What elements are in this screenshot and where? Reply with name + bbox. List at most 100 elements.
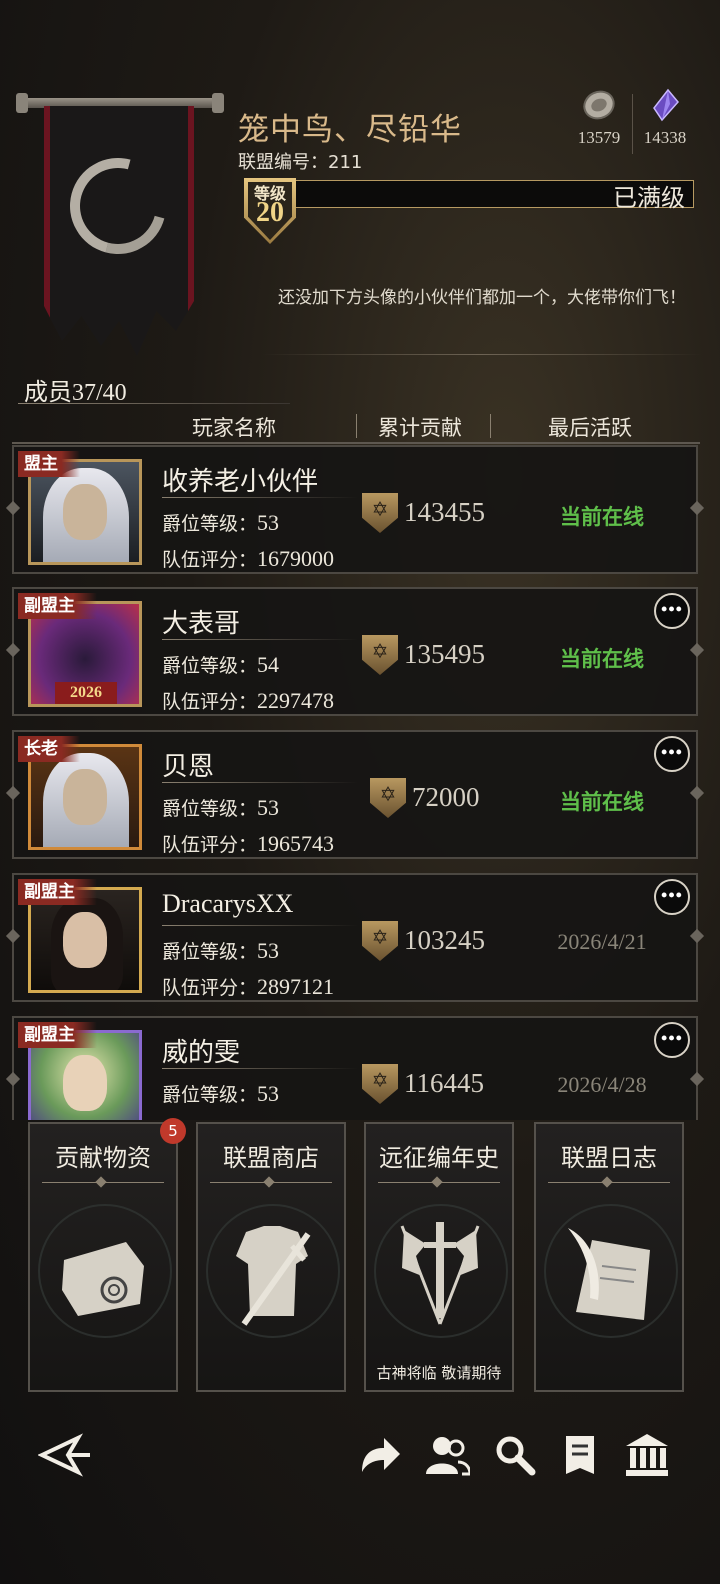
rank-value: 53 [257,938,280,963]
avatar-face [63,912,107,968]
card-title: 远征编年史 [379,1146,499,1172]
score-value: 2897121 [257,974,335,999]
name-divider [162,1068,358,1069]
score-stat: 队伍评分：1965743 [162,830,334,857]
card-divider [378,1182,500,1183]
more-options-button[interactable]: ••• [654,593,690,629]
rank-label: 爵位等级： [162,655,258,677]
member-row[interactable]: 长老 贝恩 爵位等级：53 队伍评分：1965743 72000 当前在线 ••… [5,730,705,859]
scroll-icon [56,1220,152,1330]
alliance-id-value: 211 [328,152,363,173]
score-value: 2297478 [257,688,335,713]
rank-stat: 爵位等级：53 [162,1080,279,1107]
notice-divider [262,354,702,355]
contribution-value: 116445 [404,1068,484,1098]
card-contribute-supplies[interactable]: 贡献物资 5 [28,1118,186,1392]
last-active: 2026/4/28 [557,1072,647,1097]
row-edge-ornament [5,928,21,944]
rank-label: 爵位等级： [162,513,258,535]
hall-icon[interactable] [624,1432,670,1478]
more-options-button[interactable]: ••• [654,1022,690,1058]
score-stat: 队伍评分：2297478 [162,687,334,714]
row-edge-ornament [689,500,705,516]
silver-coin-icon [582,88,616,122]
column-separator [490,414,491,438]
name-divider [162,782,358,783]
silver-coin-resource[interactable]: 13579 [566,88,632,148]
card-divider [210,1182,332,1183]
row-edge-ornament [689,785,705,801]
row-edge-ornament [689,642,705,658]
player-name: 威的雯 [162,1038,241,1067]
row-edge-ornament [5,785,21,801]
notification-badge: 5 [160,1118,186,1144]
row-edge-ornament [689,1071,705,1087]
score-value: 1965743 [257,831,335,856]
contribution-value: 143455 [404,497,485,527]
card-divider [42,1182,164,1183]
member-row[interactable]: 盟主 收养老小伙伴 爵位等级：53 队伍评分：1679000 143455 当前… [5,445,705,574]
avatar-face [63,484,107,540]
card-alliance-shop[interactable]: 联盟商店 [196,1122,346,1392]
score-stat: 队伍评分：1679000 [162,545,334,572]
card-title: 联盟日志 [561,1146,657,1172]
rank-label: 爵位等级： [162,798,258,820]
card-expedition-chronicle[interactable]: 远征编年史 古神将临 敬请期待 [364,1122,514,1392]
contribution-icon [362,493,398,533]
level-number: 20 [256,197,284,228]
member-count: 成员37/40 [24,380,127,406]
name-divider [162,639,358,640]
avatar-face [63,1055,107,1111]
alliance-id: 联盟编号：211 [238,148,362,174]
member-row[interactable]: 副盟主 威的雯 爵位等级：53 116445 2026/4/28 ••• [5,1016,705,1120]
role-tag: 副盟主 [18,879,97,905]
member-row[interactable]: 副盟主 DracarysXX 爵位等级：53 队伍评分：2897121 1032… [5,873,705,1002]
rank-stat: 爵位等级：54 [162,651,279,678]
role-tag: 盟主 [18,451,80,477]
card-alliance-log[interactable]: 联盟日志 [534,1122,684,1392]
members-icon[interactable] [424,1432,472,1478]
column-separator [356,414,357,438]
rank-stat: 爵位等级：53 [162,937,279,964]
score-stat: 队伍评分：2897121 [162,973,334,1000]
player-name: 收养老小伙伴 [162,467,319,496]
more-options-button[interactable]: ••• [654,879,690,915]
name-divider [162,497,358,498]
member-list[interactable]: 盟主 收养老小伙伴 爵位等级：53 队伍评分：1679000 143455 当前… [0,444,720,1120]
more-options-button[interactable]: ••• [654,736,690,772]
silver-coin-value: 13579 [577,128,621,147]
search-icon[interactable] [492,1432,538,1478]
card-title: 联盟商店 [223,1146,319,1172]
last-active: 当前在线 [560,790,644,814]
share-icon[interactable] [356,1432,402,1478]
card-subtitle: 古神将临 敬请期待 [376,1364,502,1382]
rank-stat: 爵位等级：53 [162,794,279,821]
alliance-notice: 还没加下方头像的小伙伴们都加一个，大佬带你们飞！ [278,288,686,308]
rank-stat: 爵位等级：53 [162,509,279,536]
row-edge-ornament [5,1071,21,1087]
row-edge-ornament [5,642,21,658]
back-arrow-icon[interactable] [37,1432,94,1478]
contribution-icon [362,635,398,675]
purple-crystal-resource[interactable]: 14338 [632,88,698,148]
document-icon[interactable] [558,1432,604,1478]
avatar-face [63,769,107,825]
last-active: 2026/4/21 [557,929,647,954]
member-count-divider [18,403,290,404]
row-edge-ornament [5,500,21,516]
member-row[interactable]: 2026 副盟主 大表哥 爵位等级：54 队伍评分：2297478 135495… [5,587,705,716]
role-tag: 副盟主 [18,1022,97,1048]
player-name: DracarysXX [162,889,294,918]
role-tag: 副盟主 [18,593,97,619]
armor-sword-icon [224,1220,320,1330]
avatar-frame-year: 2026 [55,682,117,704]
level-progress-bar: 已满级 [292,180,694,212]
column-last-active: 最后活跃 [548,416,632,440]
row-edge-ornament [689,928,705,944]
score-label: 队伍评分： [162,834,258,856]
last-active: 当前在线 [560,505,644,529]
alliance-id-label: 联盟编号： [238,152,328,173]
rank-value: 53 [257,795,280,820]
rank-value: 53 [257,510,280,535]
score-value: 1679000 [257,546,335,571]
